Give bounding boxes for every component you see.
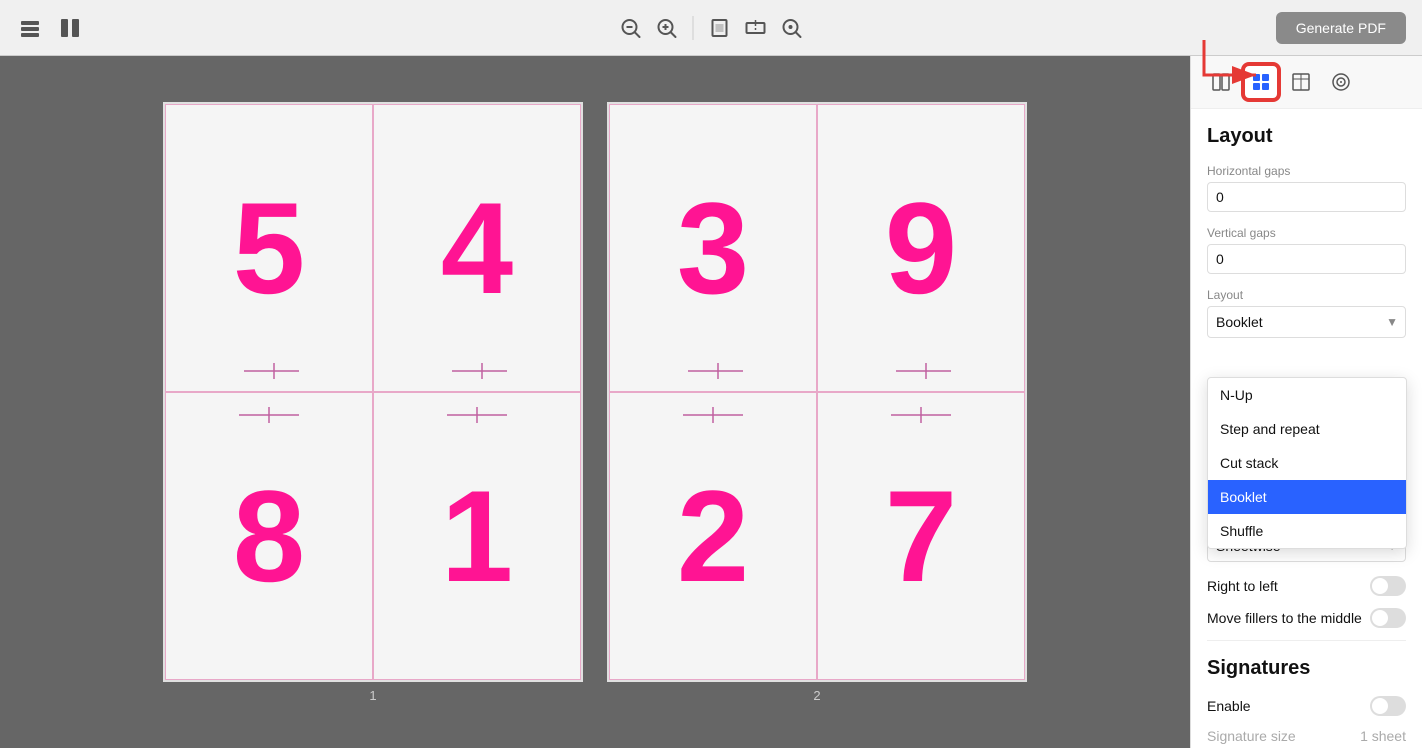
- panel-icon-table[interactable]: [1283, 64, 1319, 100]
- layout-select[interactable]: Booklet: [1207, 306, 1406, 338]
- layout-dropdown[interactable]: N-Up Step and repeat Cut stack Booklet S…: [1207, 377, 1407, 549]
- page-1-wrapper: 5 4: [163, 102, 583, 703]
- cross-mark-9: [891, 361, 951, 381]
- vertical-gaps-input[interactable]: [1207, 244, 1406, 274]
- number-5: 5: [233, 183, 305, 313]
- cross-mark-7-top: [886, 403, 956, 432]
- cell-8: 8: [165, 392, 373, 680]
- page-2: 3 9: [607, 102, 1027, 682]
- panel-icon-columns[interactable]: [1203, 64, 1239, 100]
- page-1-label: 1: [369, 688, 376, 703]
- pages-container: 5 4: [163, 102, 1027, 703]
- dropdown-step-repeat[interactable]: Step and repeat: [1208, 412, 1406, 446]
- page-2-wrapper: 3 9: [607, 102, 1027, 703]
- dropdown-cut-stack[interactable]: Cut stack: [1208, 446, 1406, 480]
- toolbar-left: [16, 14, 84, 42]
- layout-section-title: Layout: [1207, 125, 1406, 148]
- cross-mark-2-top: [678, 403, 748, 432]
- cross-mark-4: [447, 361, 507, 381]
- move-fillers-toggle[interactable]: [1370, 608, 1406, 628]
- right-panel: Layout Horizontal gaps Vertical gaps Lay…: [1190, 56, 1422, 748]
- panel-icon-grid[interactable]: [1243, 64, 1279, 100]
- page-1: 5 4: [163, 102, 583, 682]
- zoom-out-button[interactable]: [617, 14, 645, 42]
- move-fillers-label: Move fillers to the middle: [1207, 610, 1362, 626]
- number-4: 4: [441, 183, 513, 313]
- move-fillers-row: Move fillers to the middle: [1207, 608, 1406, 628]
- generate-pdf-button[interactable]: Generate PDF: [1276, 12, 1406, 44]
- toolbar-center: [617, 14, 806, 42]
- signature-size-row: Signature size 1 sheet: [1207, 728, 1406, 744]
- cell-4: 4: [373, 104, 581, 392]
- right-to-left-label: Right to left: [1207, 578, 1278, 594]
- horizontal-gaps-label: Horizontal gaps: [1207, 164, 1406, 178]
- right-to-left-row: Right to left: [1207, 576, 1406, 596]
- layout-select-wrapper: Booklet ▼: [1207, 306, 1406, 338]
- dropdown-booklet[interactable]: Booklet: [1208, 480, 1406, 514]
- signatures-enable-row: Enable: [1207, 696, 1406, 716]
- cell-7: 7: [817, 392, 1025, 680]
- panel-icons: [1191, 56, 1422, 109]
- panel-content: Layout Horizontal gaps Vertical gaps Lay…: [1191, 109, 1422, 748]
- layout-label: Layout: [1207, 288, 1406, 302]
- cell-5: 5: [165, 104, 373, 392]
- cross-mark-1-top: [442, 403, 512, 432]
- signature-size-label: Signature size: [1207, 728, 1296, 744]
- number-9: 9: [885, 183, 957, 313]
- signatures-enable-label: Enable: [1207, 698, 1251, 714]
- signatures-section-title: Signatures: [1207, 657, 1406, 680]
- cell-1: 1: [373, 392, 581, 680]
- rows-icon[interactable]: [16, 14, 44, 42]
- fit-width-button[interactable]: [742, 14, 770, 42]
- number-2: 2: [677, 471, 749, 601]
- page-2-label: 2: [813, 688, 820, 703]
- number-3: 3: [677, 183, 749, 313]
- signatures-enable-toggle[interactable]: [1370, 696, 1406, 716]
- cross-mark-3: [683, 361, 743, 381]
- number-1: 1: [441, 471, 513, 601]
- horizontal-gaps-input[interactable]: [1207, 182, 1406, 212]
- right-to-left-toggle[interactable]: [1370, 576, 1406, 596]
- signature-size-value: 1 sheet: [1360, 728, 1406, 744]
- cross-mark-5: [239, 361, 299, 381]
- panel-icon-target[interactable]: [1323, 64, 1359, 100]
- cell-9: 9: [817, 104, 1025, 392]
- toolbar: Generate PDF: [0, 0, 1422, 56]
- number-8: 8: [233, 471, 305, 601]
- cell-3: 3: [609, 104, 817, 392]
- cross-mark-8-top: [234, 403, 304, 432]
- main-area: 5 4: [0, 56, 1422, 748]
- vertical-gaps-label: Vertical gaps: [1207, 226, 1406, 240]
- section-divider-1: [1207, 640, 1406, 641]
- toolbar-separator: [693, 16, 694, 40]
- cell-2: 2: [609, 392, 817, 680]
- zoom-in-button[interactable]: [653, 14, 681, 42]
- dropdown-n-up[interactable]: N-Up: [1208, 378, 1406, 412]
- number-7: 7: [885, 471, 957, 601]
- fit-page-button[interactable]: [706, 14, 734, 42]
- dropdown-shuffle[interactable]: Shuffle: [1208, 514, 1406, 548]
- canvas-area: 5 4: [0, 56, 1190, 748]
- zoom-actual-button[interactable]: [778, 14, 806, 42]
- toolbar-right: Generate PDF: [1276, 12, 1406, 44]
- columns-icon[interactable]: [56, 14, 84, 42]
